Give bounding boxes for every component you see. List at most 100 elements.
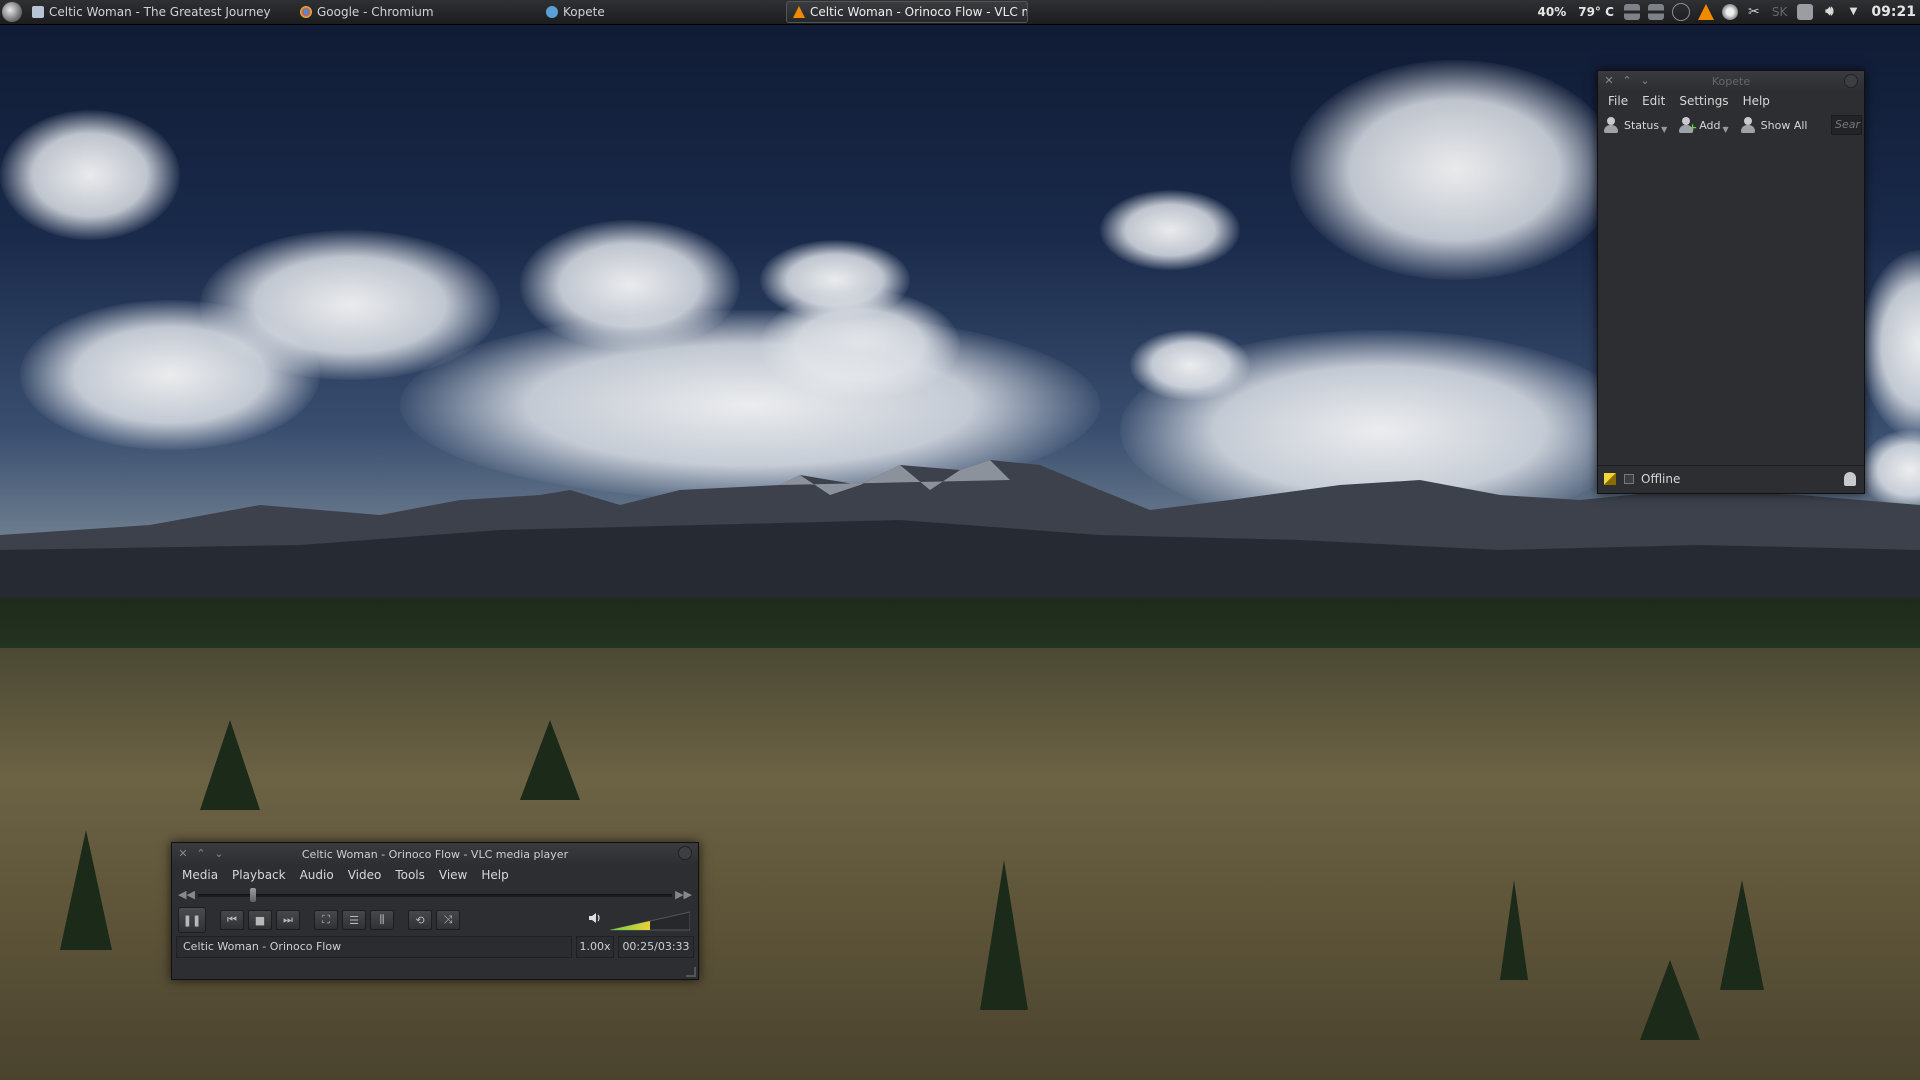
kopete-statusbar: Offline — [1598, 465, 1864, 492]
seek-track[interactable] — [198, 894, 672, 897]
kopete-window: ✕ ⌃ ⌄ Kopete File Edit Settings Help Sta… — [1597, 70, 1865, 494]
system-tray: 40% 79° C ✂ SK 🔊︎ ▼ 09:21 — [1532, 0, 1920, 24]
menu-video[interactable]: Video — [342, 868, 388, 882]
task-label: Kopete — [563, 5, 605, 19]
fast-forward-icon[interactable]: ▶▶ — [675, 888, 692, 901]
task-celtic-woman-greatest-journey[interactable]: Celtic Woman - The Greatest Journey — [26, 2, 290, 22]
close-icon[interactable]: ✕ — [176, 847, 190, 861]
pager-icon[interactable] — [1647, 4, 1664, 20]
window-menu-button[interactable] — [678, 846, 692, 860]
menu-help[interactable]: Help — [475, 868, 514, 882]
network-icon[interactable] — [1797, 4, 1814, 20]
vlc-titlebar[interactable]: ✕ ⌃ ⌄ Celtic Woman - Orinoco Flow - VLC … — [172, 843, 698, 865]
pager-icon[interactable] — [1623, 4, 1640, 20]
keyboard-layout-indicator[interactable]: SK — [1772, 5, 1788, 19]
playback-controls: ❚❚ ⏮︎ ■ ⏭︎ ⛶ ☰ ⫼ ⟲ ⤨ — [172, 905, 698, 935]
vlc-cone-icon — [793, 6, 805, 18]
task-kopete[interactable]: Kopete — [540, 2, 782, 22]
fullscreen-icon: ⛶ — [322, 913, 330, 926]
playlist-icon: ☰ — [349, 913, 359, 927]
contact-list[interactable] — [1598, 139, 1864, 465]
add-label: Add — [1699, 118, 1721, 132]
vlc-window: ✕ ⌃ ⌄ Celtic Woman - Orinoco Flow - VLC … — [171, 842, 699, 980]
tree — [200, 720, 260, 810]
menu-tools[interactable]: Tools — [389, 868, 431, 882]
dropdown-arrow-icon: ▼ — [1661, 124, 1668, 134]
menu-help[interactable]: Help — [1737, 94, 1776, 108]
seek-handle[interactable] — [250, 888, 257, 902]
equalizer-icon: ⫼ — [379, 913, 385, 926]
kopete-titlebar[interactable]: ✕ ⌃ ⌄ Kopete — [1598, 71, 1864, 91]
loop-button[interactable]: ⟲ — [408, 910, 432, 930]
chevron-up-icon[interactable]: ⌃ — [1620, 74, 1634, 88]
kopete-menubar: File Edit Settings Help — [1598, 91, 1864, 111]
next-button[interactable]: ⏭︎ — [276, 910, 300, 930]
add-contact-button[interactable]: + Add ▼ — [1677, 116, 1729, 134]
pause-button[interactable]: ❚❚ — [178, 907, 206, 933]
application-launcher-icon[interactable] — [2, 2, 22, 22]
task-chromium[interactable]: Google - Chromium — [294, 2, 536, 22]
window-menu-button[interactable] — [1844, 74, 1858, 88]
chevron-down-icon[interactable]: ⌄ — [1638, 74, 1652, 88]
add-user-icon: + — [1677, 116, 1697, 134]
loop-icon: ⟲ — [415, 913, 425, 927]
kopete-icon — [546, 6, 558, 18]
clock[interactable]: 09:21 — [1871, 4, 1916, 20]
search-input[interactable]: Sear — [1831, 115, 1862, 135]
info-icon[interactable] — [1671, 3, 1690, 21]
status-text: Offline — [1641, 472, 1681, 486]
dropdown-arrow-icon: ▼ — [1722, 124, 1729, 134]
status-button[interactable]: Status ▼ — [1602, 116, 1667, 134]
shuffle-icon: ⤨ — [443, 913, 453, 926]
time-display[interactable]: 00:25/03:33 — [618, 936, 694, 958]
fullscreen-button[interactable]: ⛶ — [314, 910, 338, 930]
resize-grip[interactable] — [686, 967, 696, 977]
chevron-up-icon[interactable]: ⌃ — [194, 847, 208, 861]
cloud — [1130, 330, 1250, 400]
battery-percentage: 40% — [1537, 5, 1567, 19]
close-icon[interactable]: ✕ — [1602, 74, 1616, 88]
menu-edit[interactable]: Edit — [1636, 94, 1671, 108]
playlist-button[interactable]: ☰ — [342, 910, 366, 930]
tree — [1500, 880, 1528, 980]
previous-button[interactable]: ⏮︎ — [220, 910, 244, 930]
document-icon — [32, 6, 44, 18]
chromium-icon — [300, 6, 312, 18]
now-playing-label: Celtic Woman - Orinoco Flow — [176, 936, 572, 958]
tree — [1640, 960, 1700, 1040]
tree — [520, 720, 580, 800]
stop-button[interactable]: ■ — [248, 910, 272, 930]
scissors-icon[interactable]: ✂ — [1746, 4, 1762, 20]
tree — [980, 860, 1028, 1010]
cpu-temperature: 79° C — [1578, 5, 1614, 19]
show-all-button[interactable]: Show All — [1739, 116, 1808, 134]
volume-icon[interactable]: 🔊︎ — [1821, 4, 1837, 20]
account-icon[interactable] — [1844, 472, 1856, 486]
extended-settings-button[interactable]: ⫼ — [370, 910, 394, 930]
forest-line — [0, 598, 1920, 648]
menu-playback[interactable]: Playback — [226, 868, 292, 882]
chat-tray-icon[interactable] — [1721, 4, 1738, 20]
seek-bar[interactable]: ◀◀ ▶▶ — [176, 885, 694, 905]
shuffle-button[interactable]: ⤨ — [436, 910, 460, 930]
cloud — [20, 300, 320, 450]
rewind-icon[interactable]: ◀◀ — [178, 888, 195, 901]
menu-media[interactable]: Media — [176, 868, 224, 882]
task-vlc[interactable]: Celtic Woman - Orinoco Flow - VLC m — [786, 1, 1028, 23]
status-label: Status — [1624, 118, 1660, 132]
top-panel: Celtic Woman - The Greatest Journey Goog… — [0, 0, 1920, 25]
menu-file[interactable]: File — [1602, 94, 1634, 108]
edit-status-icon[interactable] — [1604, 473, 1616, 485]
tray-expand-icon[interactable]: ▼ — [1845, 4, 1861, 20]
chevron-down-icon[interactable]: ⌄ — [212, 847, 226, 861]
vlc-tray-icon[interactable] — [1697, 4, 1714, 20]
task-label: Google - Chromium — [317, 5, 434, 19]
playback-rate[interactable]: 1.00x — [576, 936, 614, 958]
menu-view[interactable]: View — [433, 868, 473, 882]
volume-slider[interactable] — [610, 911, 690, 931]
speaker-icon[interactable] — [588, 911, 602, 925]
task-label: Celtic Woman - Orinoco Flow - VLC m — [810, 5, 1028, 19]
menu-settings[interactable]: Settings — [1673, 94, 1734, 108]
cloud — [1860, 250, 1920, 440]
menu-audio[interactable]: Audio — [294, 868, 340, 882]
